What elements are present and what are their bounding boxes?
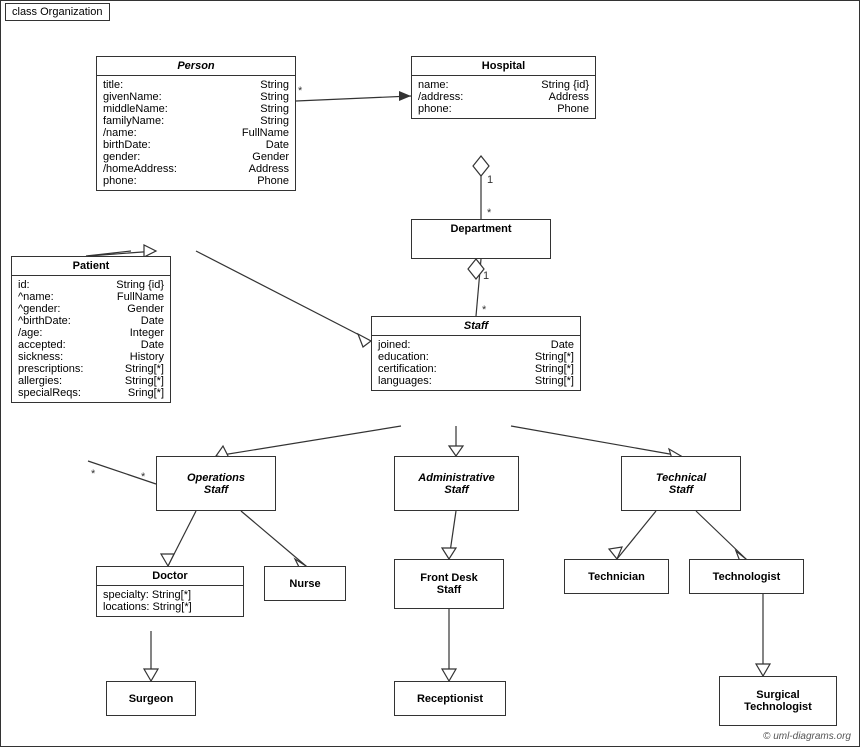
class-receptionist-header: Receptionist: [411, 690, 489, 708]
class-department-header: Department: [412, 220, 550, 238]
class-operations-staff: OperationsStaff: [156, 456, 276, 511]
class-doctor-body: specialty: String[*] locations: String[*…: [97, 586, 243, 616]
svg-text:*: *: [141, 471, 146, 483]
class-front-desk-staff: Front DeskStaff: [394, 559, 504, 609]
class-technician-header: Technician: [582, 568, 651, 586]
class-technical-staff: TechnicalStaff: [621, 456, 741, 511]
diagram-title: class Organization: [5, 3, 110, 21]
class-person-body: title:String givenName:String middleName…: [97, 76, 295, 190]
svg-text:*: *: [482, 304, 487, 316]
class-department: Department: [411, 219, 551, 259]
copyright: © uml-diagrams.org: [763, 731, 851, 742]
class-hospital: Hospital name:String {id} /address:Addre…: [411, 56, 596, 119]
class-person: Person title:String givenName:String mid…: [96, 56, 296, 191]
class-patient: Patient id:String {id} ^name:FullName ^g…: [11, 256, 171, 403]
class-technical-staff-header: TechnicalStaff: [652, 468, 710, 500]
class-person-header: Person: [97, 57, 295, 76]
class-nurse-header: Nurse: [283, 575, 326, 593]
svg-text:1: 1: [487, 174, 493, 186]
class-front-desk-staff-header: Front DeskStaff: [420, 572, 477, 596]
class-surgeon: Surgeon: [106, 681, 196, 716]
class-nurse: Nurse: [264, 566, 346, 601]
svg-text:*: *: [487, 207, 492, 219]
class-staff: Staff joined:Date education:String[*] ce…: [371, 316, 581, 391]
svg-text:1: 1: [483, 270, 489, 282]
diagram-container: class Organization 1 * 1 * *: [0, 0, 860, 747]
class-administrative-staff: AdministrativeStaff: [394, 456, 519, 511]
class-technologist: Technologist: [689, 559, 804, 594]
class-receptionist: Receptionist: [394, 681, 506, 716]
class-surgical-technologist: SurgicalTechnologist: [719, 676, 837, 726]
class-technician: Technician: [564, 559, 669, 594]
class-technologist-header: Technologist: [707, 568, 787, 586]
class-surgical-technologist-header: SurgicalTechnologist: [744, 689, 812, 713]
class-hospital-body: name:String {id} /address:Address phone:…: [412, 76, 595, 118]
class-surgeon-header: Surgeon: [123, 690, 180, 708]
class-doctor-header: Doctor: [97, 567, 243, 586]
class-administrative-staff-header: AdministrativeStaff: [414, 468, 498, 500]
class-patient-body: id:String {id} ^name:FullName ^gender:Ge…: [12, 276, 170, 402]
class-staff-body: joined:Date education:String[*] certific…: [372, 336, 580, 390]
class-patient-header: Patient: [12, 257, 170, 276]
class-operations-staff-header: OperationsStaff: [183, 468, 249, 500]
svg-text:*: *: [298, 85, 303, 97]
class-hospital-header: Hospital: [412, 57, 595, 76]
class-staff-header: Staff: [372, 317, 580, 336]
svg-text:*: *: [91, 468, 96, 480]
class-doctor: Doctor specialty: String[*] locations: S…: [96, 566, 244, 617]
